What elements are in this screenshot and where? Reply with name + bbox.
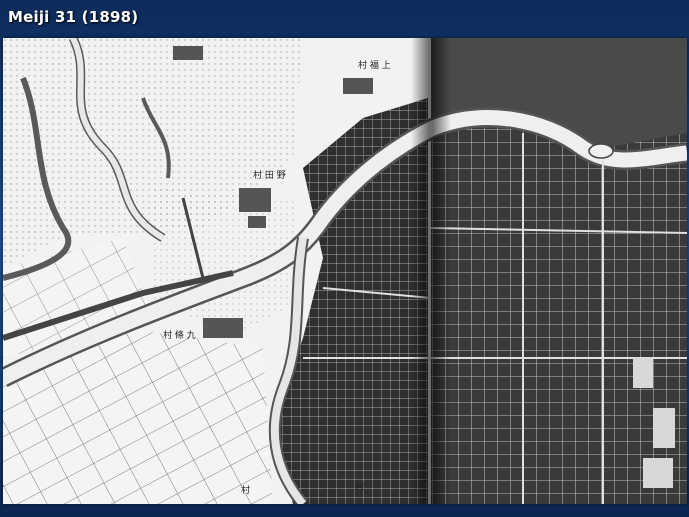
page-fold-shadow <box>411 38 451 504</box>
village-label: 村 <box>355 481 364 493</box>
village-label: 村 <box>241 484 250 496</box>
slide-title: Meiji 31 (1898) <box>8 8 139 26</box>
village-label: 村 田 野 <box>253 169 286 181</box>
historic-map-image: 村 福 上 村 田 野 村 條 九 村 村 <box>3 38 687 504</box>
village-label: 村 條 九 <box>163 329 196 341</box>
map-photo: 村 福 上 村 田 野 村 條 九 村 村 <box>3 38 687 504</box>
pond <box>588 143 614 159</box>
slide: Meiji 31 (1898) 村 福 上 村 田 野 村 條 九 村 村 <box>0 0 689 517</box>
village-label: 村 福 上 <box>358 59 391 71</box>
